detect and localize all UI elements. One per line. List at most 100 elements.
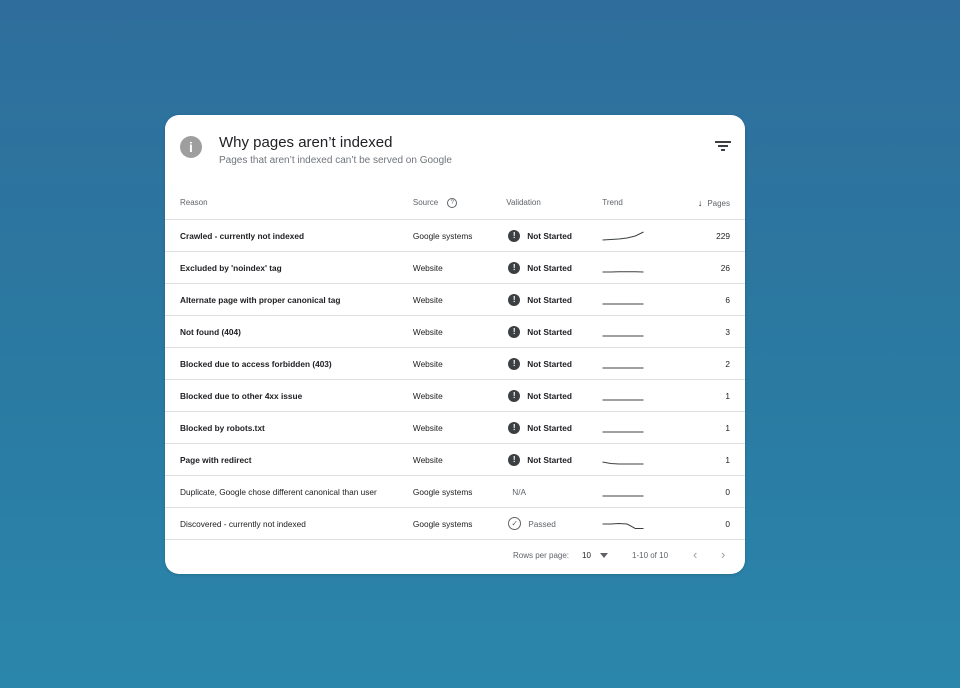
validation-cell: ! Not Started bbox=[506, 411, 603, 444]
validation-cell: ! Not Started bbox=[506, 283, 603, 316]
reason-cell: Crawled - currently not indexed bbox=[165, 219, 413, 252]
source-cell: Website bbox=[412, 251, 507, 284]
trend-sparkline bbox=[602, 303, 644, 304]
trend-cell bbox=[602, 219, 674, 252]
validation-status: Not Started bbox=[527, 294, 572, 305]
card-title: Why pages aren’t indexed bbox=[219, 134, 393, 151]
help-icon[interactable]: ? bbox=[447, 197, 458, 208]
reasons-table: Reason Source? Validation Trend ↓ Pages C… bbox=[165, 186, 745, 540]
chevron-left-icon[interactable]: ‹ bbox=[693, 547, 697, 562]
trend-sparkline bbox=[602, 461, 644, 464]
validation-status: Not Started bbox=[527, 262, 572, 273]
trend-sparkline bbox=[602, 431, 644, 432]
exclamation-icon: ! bbox=[508, 325, 521, 338]
rows-per-page-select[interactable]: 10 bbox=[582, 551, 591, 560]
table-row[interactable]: Blocked by robots.txt Website! Not Started… bbox=[165, 411, 745, 444]
table-row[interactable]: Page with redirect Website! Not Started 1 bbox=[165, 443, 745, 476]
reason-cell: Page with redirect bbox=[165, 443, 413, 476]
pages-count-cell: 1 bbox=[673, 443, 745, 476]
trend-cell bbox=[602, 443, 674, 476]
trend-cell bbox=[602, 475, 674, 508]
rows-per-page-label: Rows per page: bbox=[513, 551, 570, 560]
trend-cell bbox=[602, 507, 674, 540]
table-row[interactable]: Discovered - currently not indexed Google… bbox=[165, 507, 745, 540]
trend-sparkline bbox=[602, 522, 644, 529]
source-cell: Website bbox=[412, 379, 507, 412]
trend-cell bbox=[602, 251, 674, 284]
pages-count-cell: 0 bbox=[673, 475, 745, 508]
trend-sparkline bbox=[602, 270, 644, 272]
pagination-footer: Rows per page: 10 1-10 of 10 ‹ › bbox=[165, 538, 745, 574]
trend-line bbox=[602, 522, 644, 529]
header-pages[interactable]: ↓ Pages bbox=[673, 186, 745, 220]
exclamation-icon: ! bbox=[508, 421, 521, 434]
exclamation-icon: ! bbox=[508, 293, 521, 306]
exclamation-icon: ! bbox=[508, 453, 521, 466]
pages-count-cell: 229 bbox=[673, 219, 745, 252]
table-row[interactable]: Crawled - currently not indexed Google sy… bbox=[165, 219, 745, 252]
validation-cell: ! Not Started bbox=[506, 251, 603, 284]
reason-cell: Discovered - currently not indexed bbox=[165, 507, 413, 540]
trend-sparkline bbox=[602, 495, 644, 496]
card-subtitle: Pages that aren’t indexed can’t be serve… bbox=[219, 155, 452, 166]
validation-cell: N/A bbox=[506, 475, 603, 508]
validation-status: Not Started bbox=[527, 230, 572, 241]
dropdown-caret-icon[interactable] bbox=[600, 553, 608, 558]
check-circle-icon: ✓ bbox=[508, 517, 522, 530]
source-cell: Google systems bbox=[412, 219, 507, 252]
info-icon: i bbox=[180, 136, 202, 158]
table-row[interactable]: Excluded by 'noindex' tag Website! Not Sta… bbox=[165, 251, 745, 284]
header-validation[interactable]: Validation bbox=[506, 186, 603, 220]
reason-cell: Blocked due to other 4xx issue bbox=[165, 379, 413, 412]
validation-cell: ! Not Started bbox=[506, 379, 603, 412]
trend-cell bbox=[602, 347, 674, 380]
trend-cell bbox=[602, 411, 674, 444]
trend-sparkline bbox=[602, 367, 644, 368]
source-cell: Google systems bbox=[412, 507, 507, 540]
validation-status: Not Started bbox=[527, 358, 572, 369]
table-header-row: Reason Source? Validation Trend ↓ Pages bbox=[165, 186, 745, 220]
validation-cell: ! Not Started bbox=[506, 315, 603, 348]
pages-count-cell: 3 bbox=[673, 315, 745, 348]
table-row[interactable]: Duplicate, Google chose different canoni… bbox=[165, 475, 745, 508]
table-row[interactable]: Blocked due to other 4xx issue Website! No… bbox=[165, 379, 745, 412]
pages-count-cell: 26 bbox=[673, 251, 745, 284]
validation-status: Not Started bbox=[527, 390, 572, 401]
trend-cell bbox=[602, 283, 674, 316]
table-row[interactable]: Not found (404) Website! Not Started 3 bbox=[165, 315, 745, 348]
source-cell: Google systems bbox=[412, 475, 507, 508]
source-cell: Website bbox=[412, 315, 507, 348]
header-trend: Trend bbox=[602, 186, 674, 220]
trend-sparkline bbox=[602, 399, 644, 400]
header-reason[interactable]: Reason bbox=[165, 186, 413, 220]
trend-cell bbox=[602, 315, 674, 348]
exclamation-icon: ! bbox=[508, 357, 521, 370]
source-cell: Website bbox=[412, 443, 507, 476]
table-row[interactable]: Alternate page with proper canonical tag… bbox=[165, 283, 745, 316]
filter-icon[interactable] bbox=[715, 141, 731, 155]
source-cell: Website bbox=[412, 347, 507, 380]
reason-cell: Excluded by 'noindex' tag bbox=[165, 251, 413, 284]
validation-cell: ! Not Started bbox=[506, 347, 603, 380]
trend-line bbox=[602, 461, 644, 464]
trend-line bbox=[602, 231, 644, 240]
trend-sparkline bbox=[602, 335, 644, 336]
validation-status: Not Started bbox=[527, 422, 572, 433]
trend-cell bbox=[602, 379, 674, 412]
reason-cell: Not found (404) bbox=[165, 315, 413, 348]
validation-status: Passed bbox=[528, 518, 556, 529]
exclamation-icon: ! bbox=[508, 261, 521, 274]
exclamation-icon: ! bbox=[508, 229, 521, 242]
sort-down-arrow-icon: ↓ bbox=[697, 197, 703, 208]
validation-status: Not Started bbox=[527, 454, 572, 465]
source-cell: Website bbox=[412, 283, 507, 316]
chevron-right-icon[interactable]: › bbox=[721, 547, 725, 562]
reason-cell: Alternate page with proper canonical tag bbox=[165, 283, 413, 316]
validation-status: Not Started bbox=[527, 326, 572, 337]
indexing-report-card: i Why pages aren’t indexed Pages that ar… bbox=[165, 115, 745, 574]
header-source[interactable]: Source? bbox=[412, 186, 507, 220]
validation-cell: ✓ Passed bbox=[506, 507, 603, 540]
table-row[interactable]: Blocked due to access forbidden (403) Web… bbox=[165, 347, 745, 380]
trend-sparkline bbox=[602, 231, 644, 240]
pages-count-cell: 1 bbox=[673, 379, 745, 412]
